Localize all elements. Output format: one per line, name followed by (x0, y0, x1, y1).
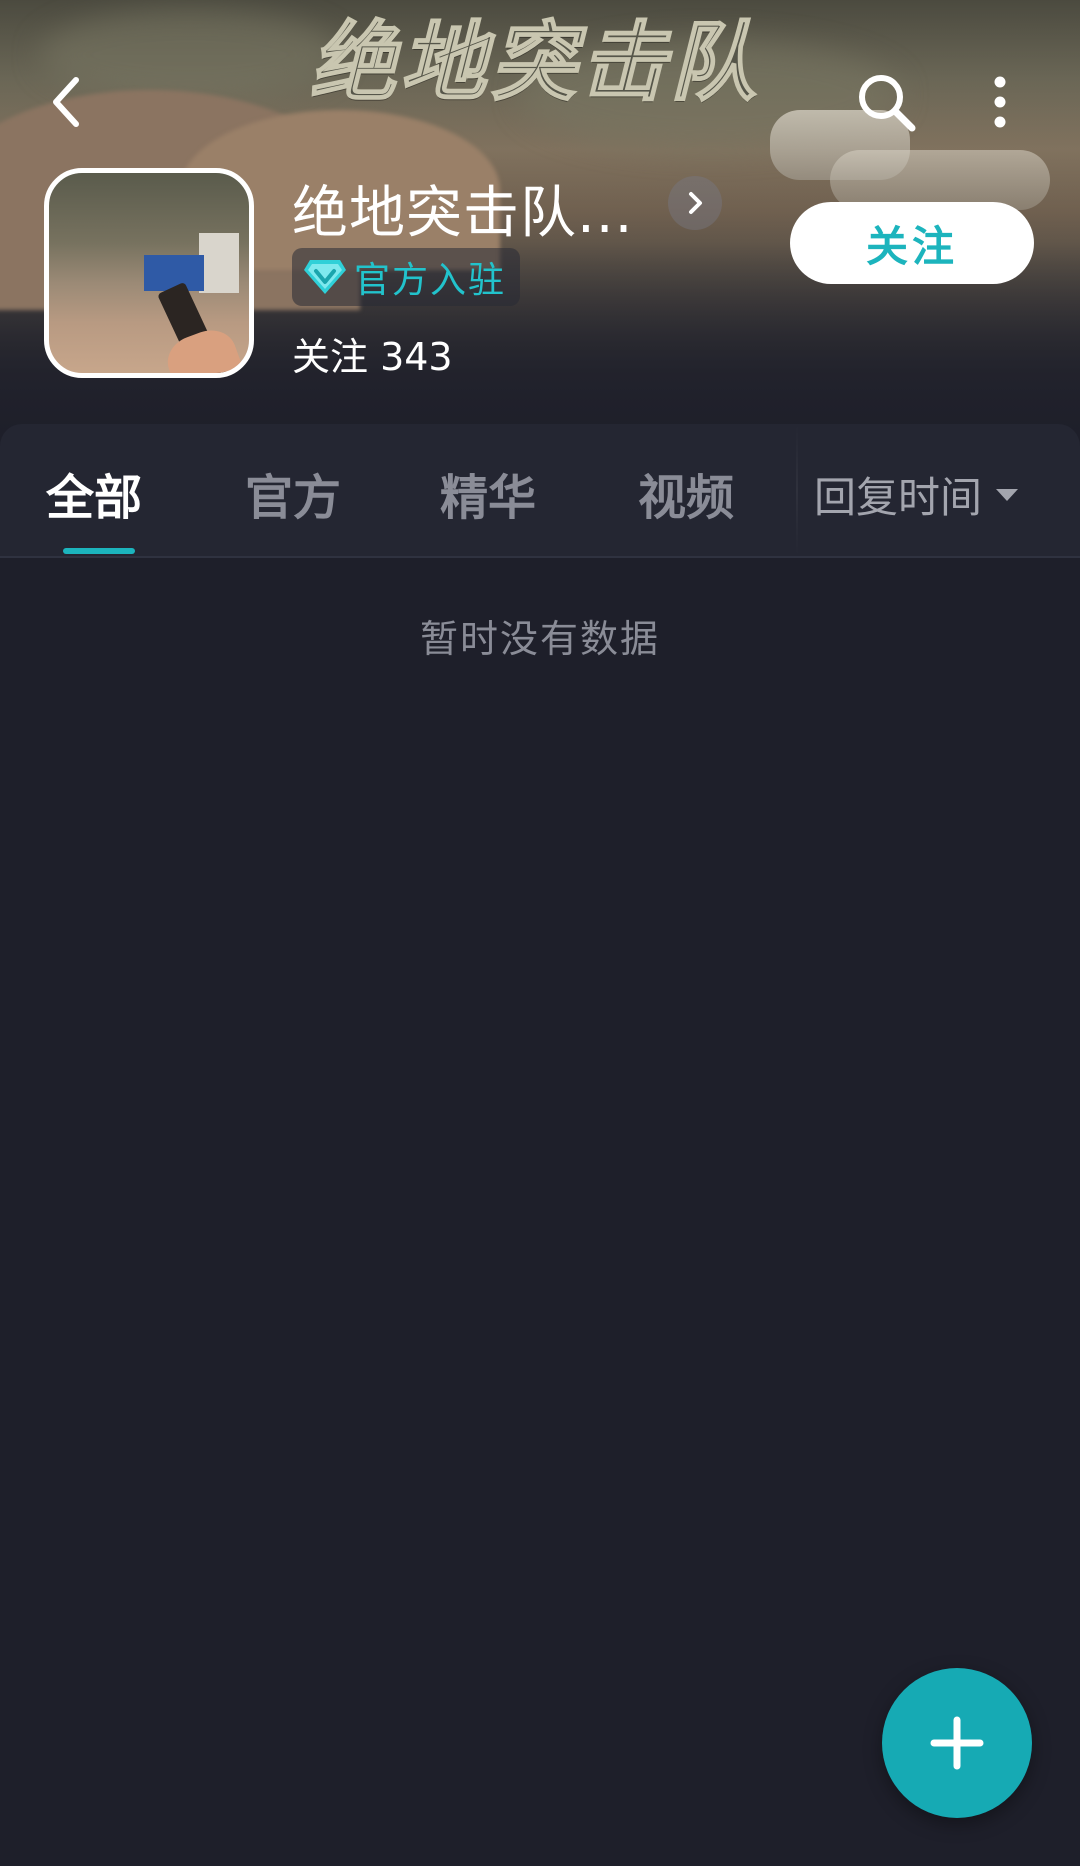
game-icon[interactable] (44, 168, 254, 378)
tab-all[interactable]: 全部 (46, 458, 142, 528)
tab-official[interactable]: 官方 (245, 458, 341, 528)
official-badge: 官方入驻 (292, 248, 521, 306)
more-vertical-icon (994, 76, 1006, 128)
caret-down-icon (996, 488, 1019, 501)
sort-divider (796, 424, 798, 556)
game-detail-button[interactable] (668, 176, 722, 230)
search-icon (859, 75, 916, 132)
follow-count: 关注 343 (292, 335, 453, 379)
search-button[interactable] (846, 62, 926, 142)
tab-bar: 全部 官方 精华 视频 回复时间 (0, 424, 1080, 558)
chevron-left-icon (53, 77, 79, 127)
tab-featured[interactable]: 精华 (440, 458, 536, 528)
sort-dropdown[interactable]: 回复时间 (814, 464, 1020, 525)
empty-state-text: 暂时没有数据 (419, 617, 660, 661)
chevron-right-icon (689, 192, 702, 214)
back-button[interactable] (26, 62, 106, 142)
create-post-button[interactable] (882, 1668, 1032, 1818)
banner-title-art: 绝地突击队 (309, 11, 760, 114)
tab-video[interactable]: 视频 (638, 458, 734, 528)
follow-button[interactable]: 关注 (790, 202, 1034, 284)
sort-label: 回复时间 (814, 473, 983, 522)
more-options-button[interactable] (960, 62, 1040, 142)
active-tab-indicator (63, 548, 135, 554)
app-screen: 绝地突击队 绝地突击队... 官方入驻 关注 343 关注 全部 官方 精华 视… (0, 0, 1080, 1866)
official-badge-label: 官方入驻 (354, 260, 507, 301)
diamond-v-icon (304, 260, 346, 294)
game-name[interactable]: 绝地突击队... (292, 168, 633, 249)
plus-icon (930, 1716, 984, 1770)
